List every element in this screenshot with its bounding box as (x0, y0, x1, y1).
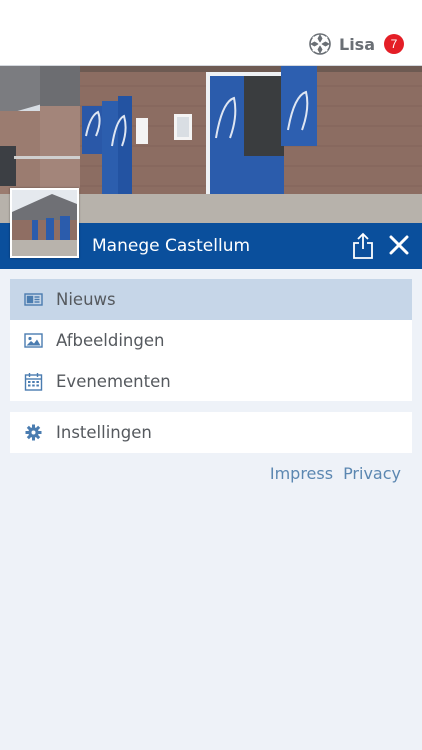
image-icon (24, 333, 43, 348)
privacy-link[interactable]: Privacy (343, 464, 401, 483)
close-icon[interactable] (388, 234, 410, 256)
menu-item-nieuws[interactable]: Nieuws (10, 279, 412, 320)
page-title: Manege Castellum (92, 236, 251, 256)
impress-link[interactable]: Impress (270, 464, 333, 483)
main-menu: Nieuws Afbeeldingen Evenementen (10, 279, 412, 401)
menu-label-evenementen: Evenementen (56, 372, 171, 391)
top-bar: Lisa 7 (0, 0, 422, 66)
menu-item-afbeeldingen[interactable]: Afbeeldingen (10, 320, 412, 361)
menu-label-instellingen: Instellingen (56, 423, 152, 442)
settings-menu: Instellingen (10, 412, 412, 453)
menu-label-afbeeldingen: Afbeeldingen (56, 331, 165, 350)
user-account[interactable]: Lisa 7 (309, 33, 404, 55)
menu-label-nieuws: Nieuws (56, 290, 116, 309)
footer-links: Impress Privacy (270, 464, 401, 483)
menu-item-instellingen[interactable]: Instellingen (10, 412, 412, 453)
notification-badge[interactable]: 7 (384, 34, 404, 54)
menu-item-evenementen[interactable]: Evenementen (10, 361, 412, 402)
venue-thumbnail (10, 188, 79, 258)
gear-icon (25, 424, 42, 441)
user-name: Lisa (339, 34, 375, 54)
share-icon[interactable] (351, 232, 375, 260)
calendar-icon (24, 373, 43, 391)
newspaper-icon (24, 293, 43, 306)
fourleaf-logo-icon (309, 33, 331, 55)
